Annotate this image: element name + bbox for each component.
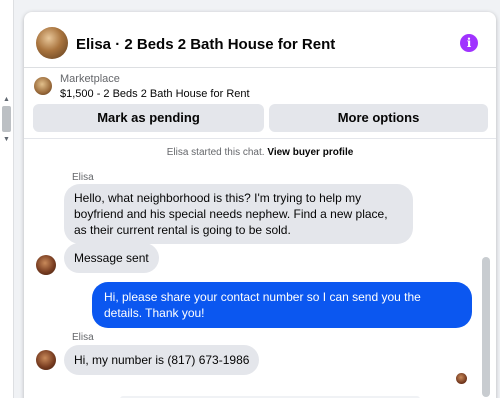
conversation-title[interactable]: Elisa · 2 Beds 2 Bath House for Rent: [76, 36, 335, 53]
info-icon[interactable]: i: [460, 34, 478, 52]
message-thread: Elisa started this chat. View buyer prof…: [24, 138, 496, 398]
chat-window: Elisa · 2 Beds 2 Bath House for Rent i M…: [24, 12, 496, 398]
background-page-strip: ▲ ▼: [0, 0, 14, 398]
page-scrollbar[interactable]: ▲ ▼: [2, 96, 11, 146]
chat-scrollbar-thumb[interactable]: [482, 257, 490, 397]
listing-card[interactable]: Marketplace $1,500 - 2 Beds 2 Bath House…: [24, 69, 496, 103]
chat-scrollbar[interactable]: [482, 257, 490, 398]
outgoing-message-bubble: Hi, please share your contact number so …: [92, 282, 472, 328]
listing-source-label: Marketplace: [60, 73, 120, 85]
conversation-avatar[interactable]: [36, 27, 68, 59]
system-message: Elisa started this chat. View buyer prof…: [24, 147, 496, 158]
sender-avatar[interactable]: [36, 255, 56, 275]
incoming-message-bubble: Message sent: [64, 243, 159, 273]
scroll-down-arrow-icon[interactable]: ▼: [3, 136, 10, 144]
incoming-message-bubble: Hello, what neighborhood is this? I'm tr…: [64, 184, 413, 244]
chat-header: Elisa · 2 Beds 2 Bath House for Rent i: [24, 12, 496, 68]
seen-receipt-avatar: [456, 373, 467, 384]
page-scrollbar-thumb[interactable]: [2, 106, 11, 132]
listing-title: $1,500 - 2 Beds 2 Bath House for Rent: [60, 88, 250, 100]
view-buyer-profile-link[interactable]: View buyer profile: [267, 147, 353, 158]
incoming-message-bubble: Hi, my number is (817) 673-1986: [64, 345, 260, 375]
scroll-up-arrow-icon[interactable]: ▲: [3, 96, 10, 104]
more-options-button[interactable]: More options: [269, 104, 488, 132]
mark-as-pending-button[interactable]: Mark as pending: [33, 104, 264, 132]
sender-avatar[interactable]: [36, 350, 56, 370]
listing-thumbnail: [34, 77, 52, 95]
message-sender-name: Elisa: [72, 332, 94, 343]
system-message-text: Elisa started this chat.: [166, 147, 265, 158]
message-sender-name: Elisa: [72, 172, 94, 183]
